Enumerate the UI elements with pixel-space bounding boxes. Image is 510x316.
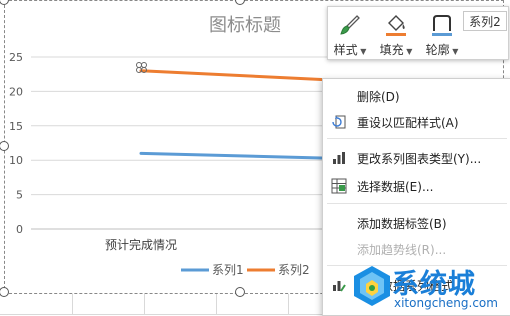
legend-label-series1[interactable]: 系列1 bbox=[212, 263, 244, 277]
menu-separator bbox=[327, 203, 507, 204]
menu-item-select-data[interactable]: 选择数据(E)... bbox=[323, 173, 510, 199]
menu-item-reset-style[interactable]: 重设以匹配样式(A) bbox=[323, 109, 510, 135]
outline-icon bbox=[432, 15, 452, 36]
menu-item-delete[interactable]: 删除(D) bbox=[323, 83, 510, 109]
style-button[interactable]: 样式 ▼ bbox=[330, 11, 370, 57]
watermark-url: xitongcheng.com bbox=[394, 296, 498, 310]
select-data-icon bbox=[331, 178, 347, 194]
outline-label: 轮廓 bbox=[425, 43, 450, 57]
y-tick-label: 25 bbox=[9, 51, 23, 64]
brush-icon bbox=[340, 15, 360, 35]
menu-item-label: 删除(D) bbox=[357, 90, 400, 104]
outline-button[interactable]: 轮廓 ▼ bbox=[422, 11, 462, 57]
y-tick-label: 5 bbox=[16, 189, 23, 202]
menu-item-change-chart-type[interactable]: 更改系列图表类型(Y)... bbox=[323, 145, 510, 171]
format-series-icon bbox=[333, 281, 346, 292]
sheet-cell[interactable] bbox=[0, 292, 73, 315]
chevron-down-icon: ▼ bbox=[449, 47, 459, 56]
menu-item-add-trendline: 添加趋势线(R)... bbox=[323, 236, 510, 262]
menu-item-label: 重设以匹配样式(A) bbox=[357, 116, 459, 130]
y-tick-label: 0 bbox=[16, 223, 23, 236]
watermark: 系统城 xitongcheng.com bbox=[352, 262, 510, 314]
chevron-down-icon: ▼ bbox=[403, 47, 413, 56]
y-tick-label: 20 bbox=[9, 85, 23, 98]
menu-separator bbox=[327, 138, 507, 139]
y-axis-ticks: 0 5 10 15 20 25 bbox=[9, 51, 23, 236]
sheet-cell[interactable] bbox=[72, 292, 145, 315]
y-tick-label: 15 bbox=[9, 120, 23, 133]
menu-item-label: 选择数据(E)... bbox=[357, 180, 434, 194]
watermark-logo-icon bbox=[354, 266, 390, 306]
paint-bucket-icon bbox=[386, 15, 406, 36]
x-category-label: 预计完成情况 bbox=[105, 237, 177, 252]
sheet-cell[interactable] bbox=[216, 292, 289, 315]
menu-item-label: 添加数据标签(B) bbox=[357, 217, 447, 231]
menu-item-add-data-labels[interactable]: 添加数据标签(B) bbox=[323, 210, 510, 236]
sheet-cell[interactable] bbox=[144, 292, 217, 315]
style-label: 样式 bbox=[333, 43, 358, 57]
menu-item-label: 添加趋势线(R)... bbox=[357, 243, 447, 257]
chart-type-icon bbox=[333, 152, 345, 164]
chevron-down-icon: ▼ bbox=[357, 47, 367, 56]
menu-item-label: 更改系列图表类型(Y)... bbox=[357, 152, 482, 166]
series-selector[interactable]: 系列2 bbox=[463, 11, 507, 31]
fill-button[interactable]: 填充 ▼ bbox=[376, 11, 416, 57]
chart-title[interactable]: 图标标题 bbox=[209, 15, 281, 36]
fill-label: 填充 bbox=[379, 43, 404, 57]
y-tick-label: 10 bbox=[9, 154, 23, 167]
reset-style-icon bbox=[332, 115, 346, 129]
resize-handle-bottom-center[interactable] bbox=[235, 287, 245, 297]
legend-label-series2[interactable]: 系列2 bbox=[278, 263, 310, 277]
